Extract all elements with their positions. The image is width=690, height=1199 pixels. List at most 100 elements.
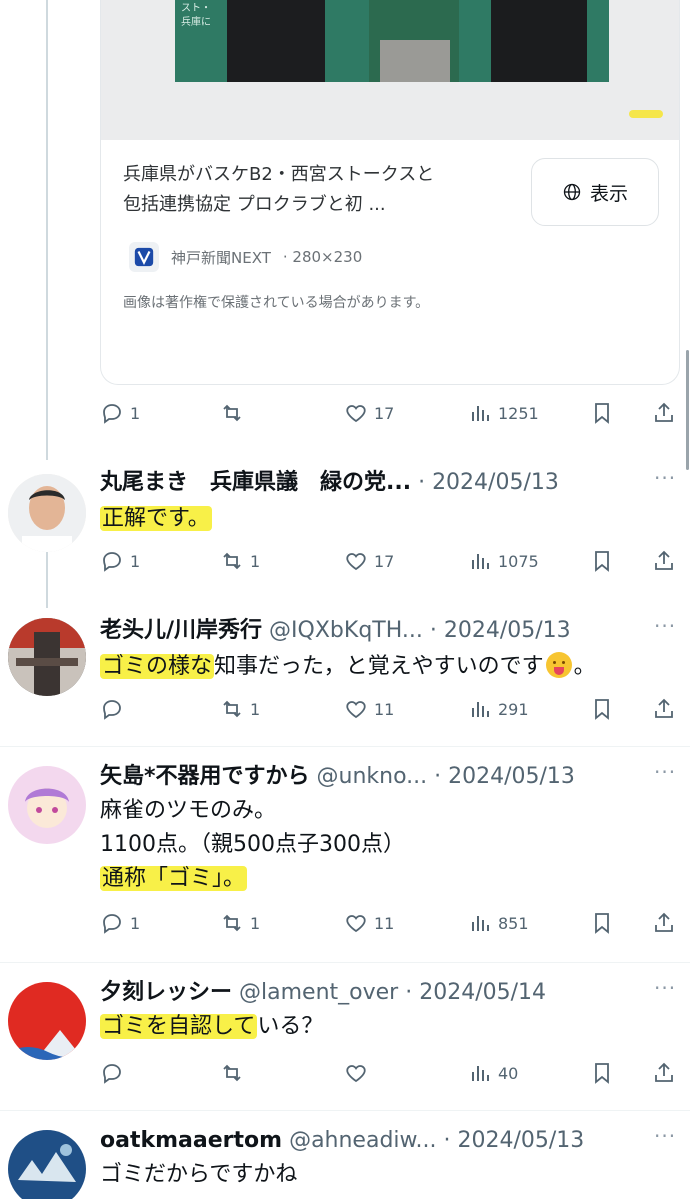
tweet-text: 麻雀のツモのみ。 1100点。（親500点子300点） 通称「ゴミ」。 (100, 798, 405, 891)
avatar[interactable] (8, 1130, 86, 1199)
like-button[interactable]: 17 (344, 546, 394, 576)
author-handle[interactable]: @lament_over (239, 980, 398, 1005)
share-icon (655, 402, 673, 422)
retweet-button[interactable]: 1 (220, 546, 260, 576)
retweet-button[interactable]: 1 (220, 694, 260, 724)
reply-button[interactable] (100, 1058, 130, 1088)
share-button[interactable] (652, 546, 676, 576)
views-button[interactable]: 851 (468, 908, 529, 938)
copyright-note: 画像は著作権で保護されている場合があります。 (123, 295, 430, 311)
thread-line (46, 0, 48, 460)
bookmark-button[interactable] (590, 398, 614, 428)
tweet-date[interactable]: · 2024/05/13 (434, 764, 575, 789)
heart-icon (346, 701, 366, 719)
views-icon (472, 406, 489, 421)
reply-icon (103, 700, 121, 720)
retweet-icon (223, 404, 241, 422)
avatar[interactable] (8, 766, 86, 844)
bookmark-button[interactable] (590, 546, 614, 576)
bookmark-icon (595, 699, 609, 720)
retweet-icon (223, 700, 241, 718)
highlight-mark (629, 110, 663, 118)
share-button[interactable] (652, 398, 676, 428)
action-bar: 1 11 291 (100, 694, 680, 724)
source-name: 神戸新聞NEXT (171, 248, 271, 267)
like-button[interactable]: 11 (344, 908, 394, 938)
action-bar: 40 (100, 1058, 680, 1088)
action-bar: 1 1 11 851 (100, 908, 680, 938)
author-handle[interactable]: @unkno... (317, 764, 428, 789)
bookmark-icon (595, 1063, 609, 1084)
more-icon[interactable]: ··· (654, 466, 676, 490)
tongue-out-emoji-icon (545, 652, 572, 678)
reply-button[interactable]: 1 (100, 546, 140, 576)
views-button[interactable]: 40 (468, 1058, 518, 1088)
reply-icon (103, 404, 121, 424)
kobe-np-logo-icon (129, 242, 159, 272)
retweet-button[interactable]: 1 (220, 908, 260, 938)
author-handle[interactable]: @ahneadiw... (289, 1128, 436, 1153)
like-button[interactable] (344, 1058, 374, 1088)
action-bar: 1 17 1251 (100, 398, 680, 428)
author-name[interactable]: oatkmaaertom (100, 1128, 282, 1153)
scrollbar[interactable] (686, 350, 689, 470)
share-button[interactable] (652, 694, 676, 724)
divider (0, 962, 690, 963)
author-name[interactable]: 矢島*不器用ですから (100, 764, 310, 789)
card-title[interactable]: 兵庫県がバスケB2・西宮ストークスと 包括連携協定 プロクラブと初 ... (123, 160, 513, 220)
views-icon (472, 1066, 489, 1081)
heart-icon (346, 915, 366, 933)
reply-button[interactable]: 1 (100, 908, 140, 938)
tweet-text: ゴミの様な知事だった，と覚えやすいのです。 (100, 652, 596, 679)
tweet[interactable]: 丸尾まき 兵庫県議 緑の党... · 2024/05/13 ··· 正解です。 (0, 462, 690, 602)
tweet-date[interactable]: · 2024/05/14 (405, 980, 546, 1005)
retweet-button[interactable] (220, 1058, 250, 1088)
tweet-date[interactable]: · 2024/05/13 (430, 618, 571, 643)
views-button[interactable]: 1251 (468, 398, 539, 428)
bookmark-icon (595, 913, 609, 934)
bookmark-button[interactable] (590, 1058, 614, 1088)
reply-button[interactable] (100, 694, 130, 724)
views-button[interactable]: 291 (468, 694, 529, 724)
avatar[interactable] (8, 474, 86, 552)
more-icon[interactable]: ··· (654, 614, 676, 638)
share-button[interactable] (652, 1058, 676, 1088)
reply-icon (103, 1064, 121, 1084)
like-button[interactable]: 17 (344, 398, 394, 428)
tweet-date[interactable]: · 2024/05/13 (418, 470, 559, 495)
views-button[interactable]: 1075 (468, 546, 539, 576)
tweet[interactable]: oatkmaaertom @ahneadiw... · 2024/05/13 ·… (0, 1122, 690, 1199)
tweet-text: ゴミだからですかね (100, 1162, 298, 1187)
reply-icon (103, 552, 121, 572)
like-button[interactable]: 11 (344, 694, 394, 724)
author-name[interactable]: 丸尾まき 兵庫県議 緑の党... (100, 470, 411, 495)
share-button[interactable] (652, 908, 676, 938)
retweet-icon (223, 914, 241, 932)
view-button[interactable]: 表示 (531, 158, 659, 226)
bookmark-button[interactable] (590, 908, 614, 938)
retweet-button[interactable] (220, 398, 250, 428)
card-image-area: スト・ 兵庫に (101, 0, 679, 140)
link-card[interactable]: スト・ 兵庫に 兵庫県がバスケB2・西宮ストークスと 包括連携協定 プロクラブと… (100, 0, 680, 385)
heart-icon (346, 405, 366, 423)
reply-button[interactable]: 1 (100, 398, 140, 428)
bookmark-button[interactable] (590, 694, 614, 724)
author-handle[interactable]: @IQXbKqTH... (269, 618, 423, 643)
more-icon[interactable]: ··· (654, 1124, 676, 1148)
avatar[interactable] (8, 982, 86, 1060)
share-icon (655, 698, 673, 718)
more-icon[interactable]: ··· (654, 976, 676, 1000)
views-icon (472, 702, 489, 717)
more-icon[interactable]: ··· (654, 760, 676, 784)
author-name[interactable]: 夕刻レッシー (100, 980, 232, 1005)
photo-caption: スト・ 兵庫に (181, 3, 211, 28)
author-name[interactable]: 老头儿/川岸秀行 (100, 618, 262, 643)
avatar[interactable] (8, 618, 86, 696)
tweet[interactable]: 老头儿/川岸秀行 @IQXbKqTH... · 2024/05/13 ··· ゴ… (0, 610, 690, 750)
card-source: 神戸新聞NEXT · 280×230 (129, 242, 362, 272)
globe-icon (563, 183, 581, 201)
share-icon (655, 550, 673, 570)
bookmark-icon (595, 551, 609, 572)
tweet-date[interactable]: · 2024/05/13 (443, 1128, 584, 1153)
reply-icon (103, 914, 121, 934)
